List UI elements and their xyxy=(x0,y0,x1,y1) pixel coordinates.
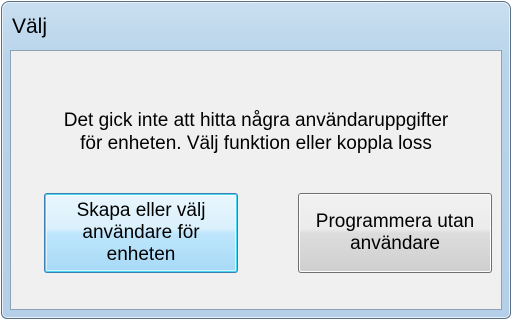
dialog-window: Välj Det gick inte att hitta några använ… xyxy=(1,1,511,319)
window-title: Välj xyxy=(12,15,48,38)
dialog-message: Det gick inte att hitta några användarup… xyxy=(11,109,501,155)
dialog-body: Det gick inte att hitta några användarup… xyxy=(10,50,502,310)
program-without-user-button[interactable]: Programmera utan användare xyxy=(298,193,492,273)
create-or-select-user-label: Skapa eller välj användare för enheten xyxy=(76,200,206,265)
title-bar[interactable]: Välj xyxy=(10,2,502,50)
create-or-select-user-button[interactable]: Skapa eller välj användare för enheten xyxy=(44,193,238,273)
message-line-2: för enheten. Välj funktion eller koppla … xyxy=(80,133,432,154)
program-without-user-label: Programmera utan användare xyxy=(315,211,475,254)
message-line-1: Det gick inte att hitta några användarup… xyxy=(63,110,449,131)
